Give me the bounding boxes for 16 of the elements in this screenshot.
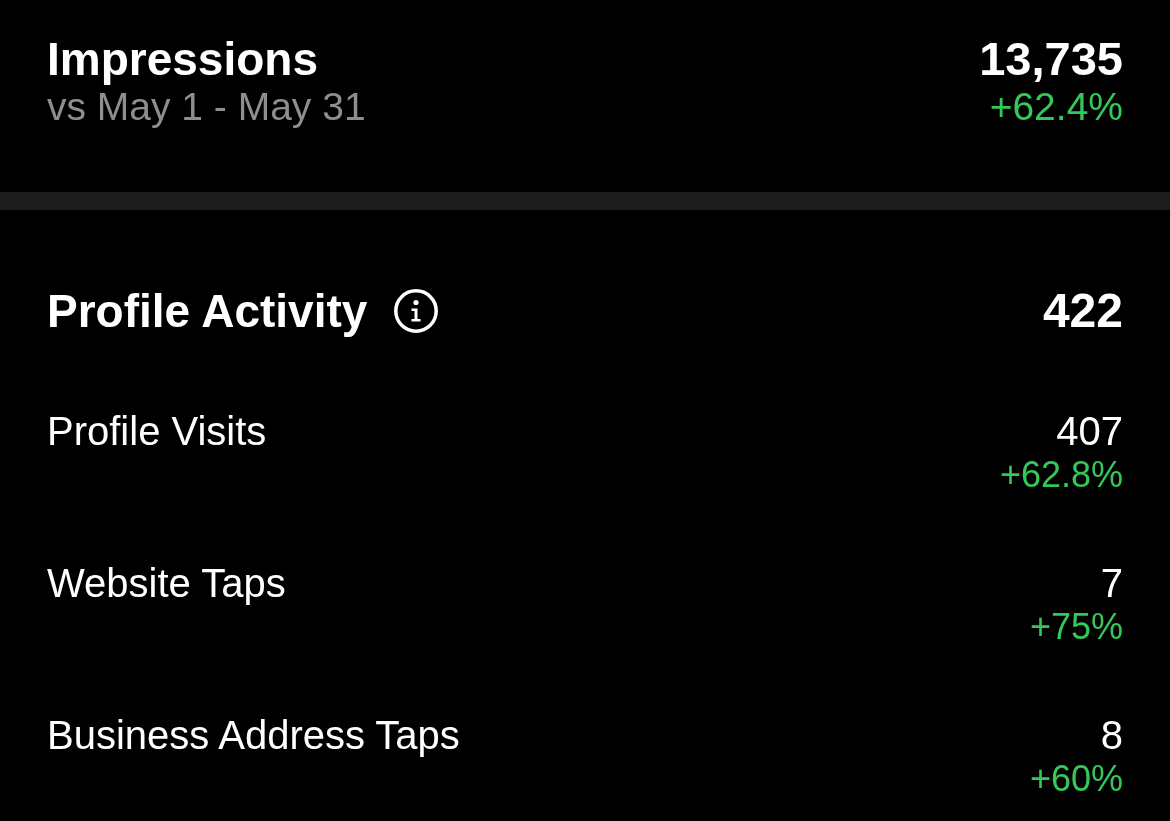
info-icon[interactable] — [394, 289, 439, 333]
change-percent: +62.4% — [989, 85, 1123, 129]
metric-label: Website Taps — [47, 560, 286, 606]
metric-value: 7 — [1100, 560, 1123, 606]
total-value: 422 — [1042, 285, 1123, 337]
section-title: Impressions — [47, 33, 318, 85]
metric-value: 8 — [1100, 712, 1123, 758]
comparison-period: vs May 1 - May 31 — [47, 85, 366, 129]
impressions-value: 13,735 — [979, 33, 1123, 85]
change-percent: +60% — [1029, 758, 1123, 800]
section-title: Profile Activity — [47, 285, 368, 337]
change-percent: +75% — [1029, 606, 1123, 648]
metric-label: Profile Visits — [47, 408, 267, 454]
metric-label: Business Address Taps — [47, 712, 460, 758]
change-percent: +62.8% — [999, 454, 1123, 496]
metric-value: 407 — [1056, 408, 1123, 454]
